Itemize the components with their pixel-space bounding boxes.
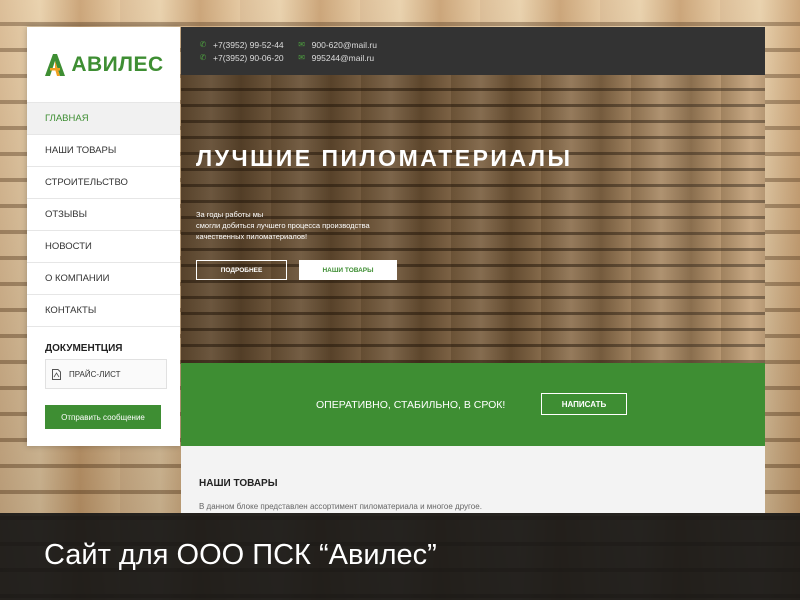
slogan-band: ОПЕРАТИВНО, СТАБИЛЬНО, В СРОК! НАПИСАТЬ <box>181 363 765 446</box>
logo[interactable]: АВИЛЕС <box>27 27 180 102</box>
menu-item-construction[interactable]: СТРОИТЕЛЬСТВО <box>27 167 180 199</box>
menu-item-products[interactable]: НАШИ ТОВАРЫ <box>27 135 180 167</box>
write-button[interactable]: НАПИСАТЬ <box>541 393 627 415</box>
main-menu: ГЛАВНАЯ НАШИ ТОВАРЫ СТРОИТЕЛЬСТВО ОТЗЫВЫ… <box>27 102 180 327</box>
hero-subtitle-line: За годы работы мы <box>196 210 264 219</box>
products-heading: НАШИ ТОВАРЫ <box>199 478 278 489</box>
products-section: НАШИ ТОВАРЫ В данном блоке представлен а… <box>181 446 765 513</box>
more-button[interactable]: ПОДРОБНЕЕ <box>196 260 287 280</box>
menu-item-news[interactable]: НОВОСТИ <box>27 231 180 263</box>
hero-title: ЛУЧШИЕ ПИЛОМАТЕРИАЛЫ <box>196 145 573 171</box>
phone-1-text: +7(3952) 99-52-44 <box>213 39 284 50</box>
sidebar: АВИЛЕС ГЛАВНАЯ НАШИ ТОВАРЫ СТРОИТЕЛЬСТВО… <box>27 27 180 446</box>
contact-bar: ✆ +7(3952) 99-52-44 ✆ +7(3952) 90-06-20 ✉ 9… <box>181 27 765 75</box>
main-content: ✆ +7(3952) 99-52-44 ✆ +7(3952) 90-06-20 ✉ 9… <box>181 27 765 513</box>
slogan-text: ОПЕРАТИВНО, СТАБИЛЬНО, В СРОК! <box>316 399 506 411</box>
caption-text: Сайт для ООО ПСК “Авилес” <box>44 539 437 571</box>
send-message-button[interactable]: Отправить сообщение <box>45 405 161 429</box>
phones: ✆ +7(3952) 99-52-44 ✆ +7(3952) 90-06-20 <box>199 40 284 63</box>
menu-item-home[interactable]: ГЛАВНАЯ <box>27 103 180 135</box>
email-2[interactable]: ✉ 995244@mail.ru <box>298 53 377 63</box>
products-description: В данном блоке представлен ассортимент п… <box>199 502 482 511</box>
logo-a-icon <box>45 53 66 76</box>
email-1[interactable]: ✉ 900-620@mail.ru <box>298 40 377 50</box>
email-2-text: 995244@mail.ru <box>311 52 375 63</box>
hero-subtitle-line: смогли добиться лучшего процесса произво… <box>196 221 370 230</box>
caption-overlay: Сайт для ООО ПСК “Авилес” <box>0 513 800 600</box>
hero-banner: ЛУЧШИЕ ПИЛОМАТЕРИАЛЫ За годы работы мы с… <box>181 75 765 363</box>
our-products-button[interactable]: НАШИ ТОВАРЫ <box>299 260 397 280</box>
mail-icon: ✉ <box>298 40 305 49</box>
pdf-file-icon <box>52 368 61 380</box>
menu-item-contacts[interactable]: КОНТАКТЫ <box>27 295 180 327</box>
phone-2[interactable]: ✆ +7(3952) 90-06-20 <box>199 53 284 63</box>
phone-icon: ✆ <box>199 53 207 62</box>
hero-subtitle-line: качественных пиломатериалов! <box>196 232 308 241</box>
phone-2-text: +7(3952) 90-06-20 <box>213 52 284 63</box>
phone-icon: ✆ <box>199 40 207 49</box>
logo-text: АВИЛЕС <box>71 52 164 76</box>
phone-1[interactable]: ✆ +7(3952) 99-52-44 <box>199 40 284 50</box>
documents-heading: ДОКУМЕНТЦИЯ <box>45 343 123 354</box>
email-1-text: 900-620@mail.ru <box>311 39 377 50</box>
mail-icon: ✉ <box>298 53 305 62</box>
hero-subtitle: За годы работы мы смогли добиться лучшег… <box>196 209 386 242</box>
emails: ✉ 900-620@mail.ru ✉ 995244@mail.ru <box>298 40 377 63</box>
price-list-label: ПРАЙС-ЛИСТ <box>69 369 121 379</box>
menu-item-reviews[interactable]: ОТЗЫВЫ <box>27 199 180 231</box>
menu-item-about[interactable]: О КОМПАНИИ <box>27 263 180 295</box>
price-list-link[interactable]: ПРАЙС-ЛИСТ <box>45 359 167 389</box>
